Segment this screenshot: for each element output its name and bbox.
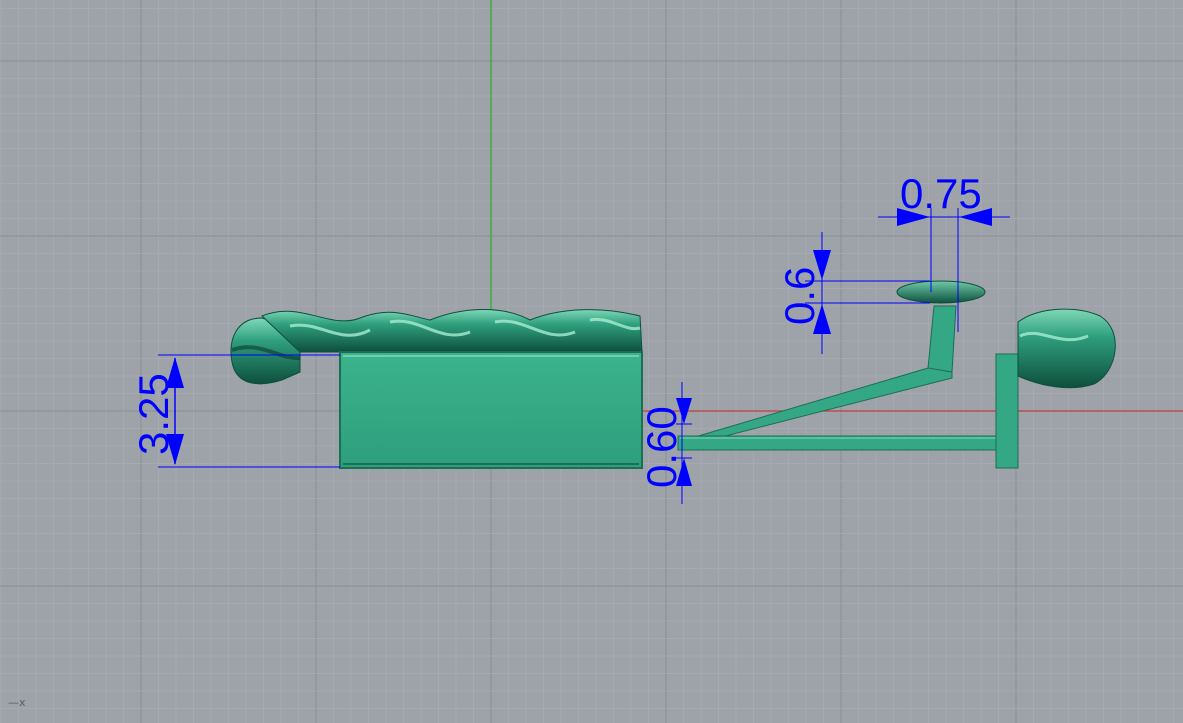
dimension-label-0-6: 0.6 [776,267,823,325]
dimension-label-3-25: 3.25 [130,373,177,455]
rhino-viewport[interactable]: 3.25 0.60 0.6 0.75 —x [0,0,1183,723]
twisted-rope-right[interactable] [1017,308,1116,389]
axis-indicator-x: —x [8,696,26,709]
viewport-canvas[interactable]: 3.25 0.60 0.6 0.75 [0,0,1183,723]
bezel-block[interactable] [339,351,643,469]
cap-disc[interactable] [896,280,986,304]
dimension-wire-gap[interactable]: 0.60 [638,382,692,504]
dimension-label-0-75: 0.75 [900,170,982,217]
dimension-label-0-60: 0.60 [638,406,685,488]
clasp-wire[interactable] [677,305,1019,469]
